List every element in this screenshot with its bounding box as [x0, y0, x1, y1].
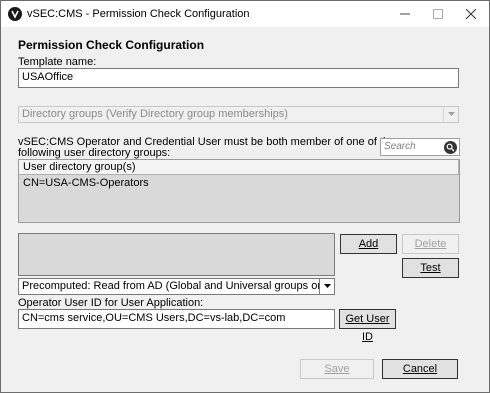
form-heading: Permission Check Configuration	[18, 38, 205, 52]
precomputed-value: Precomputed: Read from AD (Global and Un…	[22, 280, 335, 292]
minimize-icon[interactable]	[392, 4, 418, 24]
details-panel	[18, 233, 335, 276]
template-name-field[interactable]: USAOffice	[18, 68, 459, 88]
operator-id-field[interactable]: CN=cms service,OU=CMS Users,DC=vs-lab,DC…	[18, 309, 335, 329]
dialog-window: vSEC:CMS - Permission Check Configuratio…	[0, 0, 490, 393]
chevron-down-icon[interactable]	[443, 107, 458, 122]
add-button[interactable]: Add	[340, 234, 397, 254]
test-button[interactable]: Test	[402, 258, 459, 278]
maximize-icon[interactable]	[425, 4, 451, 24]
close-icon[interactable]	[458, 4, 484, 24]
list-item[interactable]: CN=USA-CMS-Operators	[23, 177, 149, 189]
cancel-button[interactable]: Cancel	[382, 359, 458, 379]
membership-text-line2: following user directory groups:	[18, 147, 171, 159]
window-title: vSEC:CMS - Permission Check Configuratio…	[27, 8, 250, 20]
get-user-id-button[interactable]: Get User ID	[339, 309, 396, 343]
group-source-value: Directory groups (Verify Directory group…	[22, 108, 288, 120]
groups-list[interactable]: User directory group(s) CN=USA-CMS-Opera…	[18, 159, 460, 223]
group-source-select[interactable]: Directory groups (Verify Directory group…	[18, 106, 459, 123]
save-button[interactable]: Save	[300, 359, 374, 379]
title-bar: vSEC:CMS - Permission Check Configuratio…	[1, 1, 489, 27]
search-placeholder: Search	[384, 141, 416, 152]
search-icon[interactable]	[444, 141, 457, 154]
groups-list-header[interactable]: User directory group(s)	[19, 160, 459, 175]
search-input[interactable]: Search	[380, 138, 460, 156]
chevron-down-icon[interactable]	[319, 279, 334, 294]
operator-id-label: Operator User ID for User Application:	[18, 297, 204, 309]
precomputed-select[interactable]: Precomputed: Read from AD (Global and Un…	[18, 278, 335, 295]
delete-button[interactable]: Delete	[402, 234, 459, 254]
column-header-groups: User directory group(s)	[23, 161, 136, 173]
app-logo-icon	[8, 7, 22, 21]
template-name-label: Template name:	[18, 56, 97, 68]
